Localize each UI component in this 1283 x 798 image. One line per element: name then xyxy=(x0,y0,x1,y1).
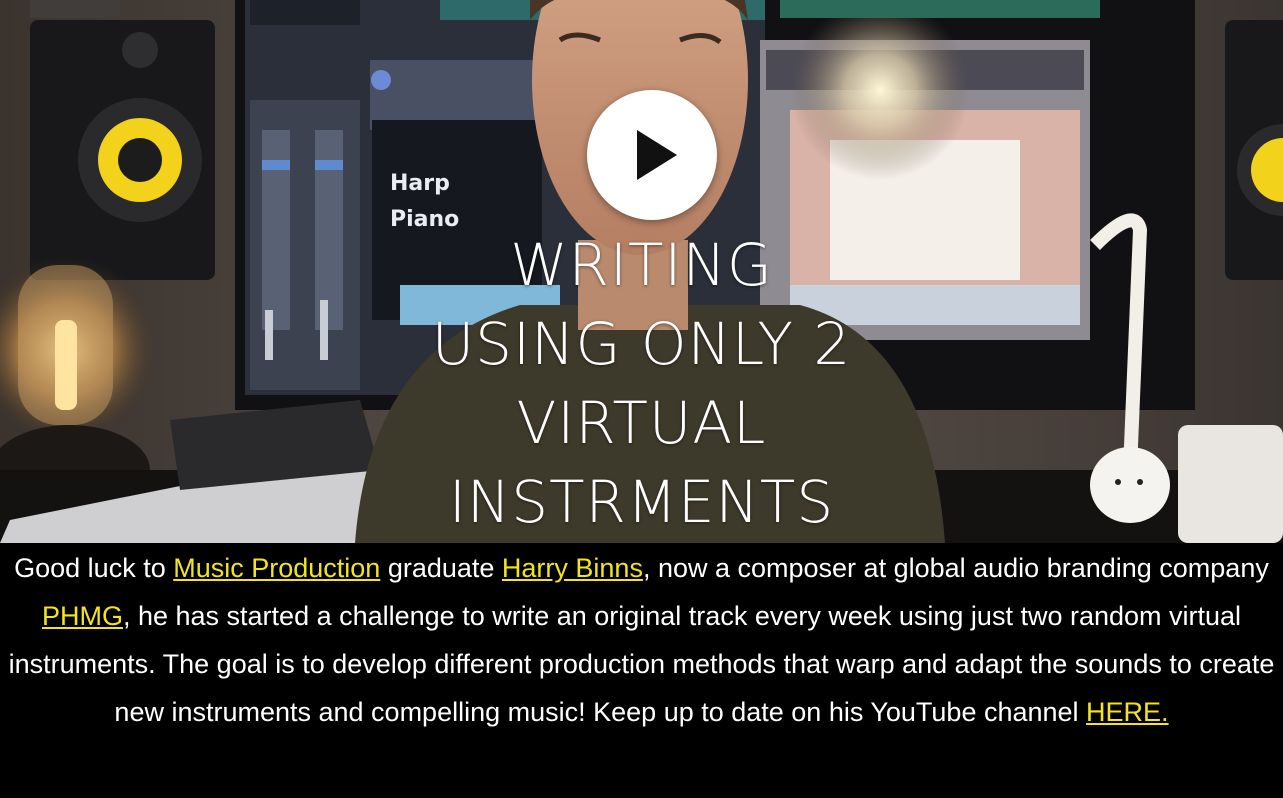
phmg-link[interactable]: PHMG xyxy=(42,601,123,631)
video-title-line: USING ONLY 2 xyxy=(431,310,852,378)
harry-binns-link[interactable]: Harry Binns xyxy=(502,553,643,583)
article-caption: Good luck to Music Production graduate H… xyxy=(0,544,1283,736)
svg-text:Harp: Harp xyxy=(390,171,450,196)
caption-text: , he has started a challenge to write an… xyxy=(8,601,1275,727)
video-title-overlay: WRITING USING ONLY 2 VIRTUAL INSTRMENTS xyxy=(0,226,1283,542)
caption-text: graduate xyxy=(380,553,502,583)
video-title-line: WRITING xyxy=(510,231,773,299)
video-title-line: VIRTUAL xyxy=(516,389,767,457)
caption-text: , now a composer at global audio brandin… xyxy=(642,553,1269,583)
caption-text: Good luck to xyxy=(14,553,174,583)
video-thumbnail[interactable]: Harp Piano WRITING USING ONLY 2 VIRTUAL … xyxy=(0,0,1283,543)
youtube-channel-link[interactable]: HERE. xyxy=(1086,697,1169,727)
music-production-link[interactable]: Music Production xyxy=(173,553,380,583)
video-title-line: INSTRMENTS xyxy=(448,468,835,536)
play-icon xyxy=(637,130,677,180)
play-button[interactable] xyxy=(587,90,717,220)
